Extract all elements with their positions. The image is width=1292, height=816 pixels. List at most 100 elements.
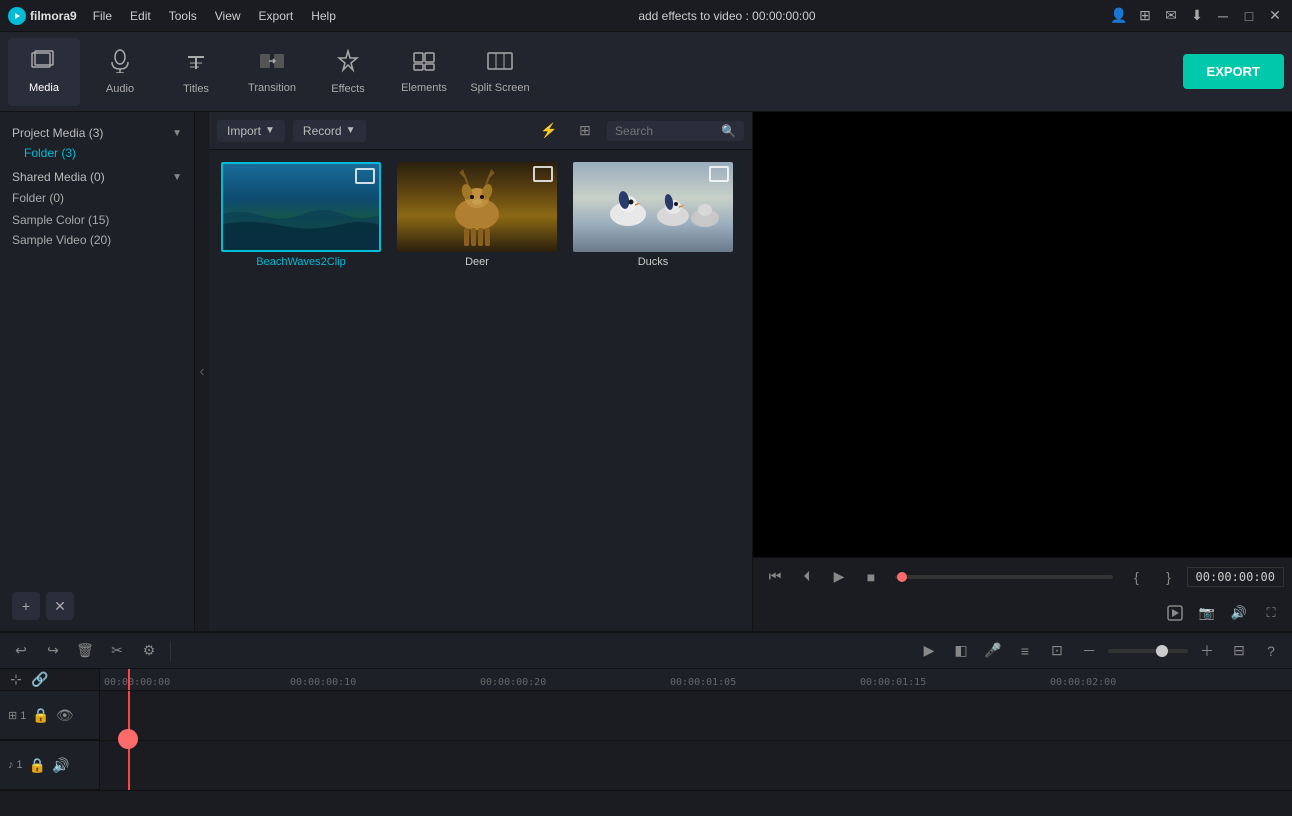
playhead-knob[interactable] (118, 729, 138, 749)
snapshot-button[interactable]: 📷 (1194, 600, 1220, 626)
video-track-content[interactable] (100, 691, 1292, 740)
title-bar: filmora9 File Edit Tools View Export Hel… (0, 0, 1292, 32)
toolbar-audio[interactable]: Audio (84, 38, 156, 106)
play-timeline-button[interactable]: ▶ (916, 638, 942, 664)
bracket-right-icon[interactable]: } (1155, 563, 1183, 591)
ruler-mark-3: 00:00:01:05 (670, 677, 736, 688)
app-logo-icon (8, 7, 26, 25)
preview-progress-bar[interactable] (895, 575, 1113, 579)
toolbar-media[interactable]: Media (8, 38, 80, 106)
shared-media-section: Shared Media (0) ▼ Folder (0) (0, 164, 194, 210)
zoom-slider-track[interactable] (1108, 649, 1188, 653)
layout-icon[interactable]: ⊞ (1136, 7, 1154, 25)
menu-file[interactable]: File (85, 5, 120, 27)
menu-edit[interactable]: Edit (122, 5, 159, 27)
shared-media-label: Shared Media (0) (12, 170, 105, 184)
toolbar-transition-label: Transition (248, 82, 296, 94)
render-button[interactable] (1162, 600, 1188, 626)
mic-button[interactable]: 🎤 (980, 638, 1006, 664)
toolbar-transition[interactable]: Transition (236, 38, 308, 106)
cut-button[interactable]: ✂ (104, 638, 130, 664)
toolbar-titles[interactable]: Titles (160, 38, 232, 106)
video-visibility-icon[interactable]: 👁 (56, 707, 74, 724)
filter-icon[interactable]: ⚡ (535, 117, 563, 145)
add-media-button[interactable]: + (12, 592, 40, 620)
redo-button[interactable]: ↪ (40, 638, 66, 664)
media-item-ducks[interactable]: Ducks (573, 162, 733, 268)
menu-tools[interactable]: Tools (161, 5, 205, 27)
shared-media-collapse-icon: ▼ (172, 172, 182, 183)
shared-media-header[interactable]: Shared Media (0) ▼ (0, 166, 194, 188)
audio-track-content[interactable] (100, 741, 1292, 790)
project-media-section: Project Media (3) ▼ Folder (3) (0, 120, 194, 164)
ruler-mark-1: 00:00:00:10 (290, 677, 356, 688)
project-media-label: Project Media (3) (12, 126, 103, 140)
remove-media-button[interactable]: ✕ (46, 592, 74, 620)
fullscreen-button[interactable]: ⛶ (1258, 600, 1284, 626)
toolbar-effects[interactable]: Effects (312, 38, 384, 106)
toolbar-effects-label: Effects (331, 83, 364, 95)
skip-back-button[interactable]: ⏮ (761, 563, 789, 591)
mail-icon[interactable]: ✉ (1162, 7, 1180, 25)
menu-export[interactable]: Export (251, 5, 302, 27)
record-button[interactable]: Record ▼ (293, 120, 366, 142)
progress-indicator (897, 572, 907, 582)
search-icon: 🔍 (721, 124, 736, 138)
shared-folder[interactable]: Folder (0) (0, 188, 194, 208)
split-view-button[interactable]: ⊟ (1226, 638, 1252, 664)
zoom-out-button[interactable]: － (1076, 638, 1102, 664)
import-button[interactable]: Import ▼ (217, 120, 285, 142)
project-media-header[interactable]: Project Media (3) ▼ (0, 122, 194, 144)
ruler-mark-0: 00:00:00:00 (104, 677, 170, 688)
audio-track-label: ♪ 1 🔒 🔊 (0, 741, 100, 790)
play-button[interactable]: ▶ (825, 563, 853, 591)
toolbar-elements-label: Elements (401, 82, 447, 94)
preview-screen (753, 112, 1292, 557)
close-button[interactable]: ✕ (1266, 7, 1284, 25)
export-button[interactable]: EXPORT (1183, 54, 1284, 89)
user-icon[interactable]: 👤 (1110, 7, 1128, 25)
help-button[interactable]: ? (1258, 638, 1284, 664)
zoom-in-button[interactable]: ＋ (1194, 638, 1220, 664)
clip-icon-overlay-deer (533, 166, 553, 182)
undo-button[interactable]: ↩ (8, 638, 34, 664)
media-grid: BeachWaves2Clip (209, 150, 752, 631)
audio-lock-icon[interactable]: 🔒 (29, 757, 46, 774)
insert-button[interactable]: ⊡ (1044, 638, 1070, 664)
video-lock-icon[interactable]: 🔒 (32, 707, 49, 724)
titles-icon (184, 49, 208, 79)
bracket-left-icon[interactable]: { (1123, 563, 1151, 591)
download-icon[interactable]: ⬇ (1188, 7, 1206, 25)
menu-help[interactable]: Help (303, 5, 344, 27)
frame-back-button[interactable]: ⏴ (793, 563, 821, 591)
delete-button[interactable]: 🗑 (72, 638, 98, 664)
media-thumb-deer (397, 162, 557, 252)
media-item-deer[interactable]: Deer (397, 162, 557, 268)
mark-in-button[interactable]: ◧ (948, 638, 974, 664)
sample-video[interactable]: Sample Video (20) (0, 230, 194, 250)
effects-icon (336, 49, 360, 79)
audio-volume-icon[interactable]: 🔊 (52, 757, 69, 774)
project-folder[interactable]: Folder (3) (0, 144, 194, 162)
timeline-content: ⊹ 🔗 00:00:00:00 00:00:00:10 00:00:00:20 … (0, 669, 1292, 816)
settings-timeline-button[interactable]: ≡ (1012, 638, 1038, 664)
menu-view[interactable]: View (207, 5, 249, 27)
toolbar-elements[interactable]: Elements (388, 38, 460, 106)
audio-track-number: ♪ 1 (8, 759, 23, 771)
stop-button[interactable]: ■ (857, 563, 885, 591)
maximize-button[interactable]: □ (1240, 7, 1258, 25)
adjust-button[interactable]: ⚙ (136, 638, 162, 664)
snap-button[interactable]: ⊹ (6, 670, 26, 690)
window-title: add effects to video : 00:00:00:00 (638, 9, 815, 23)
volume-button[interactable]: 🔊 (1226, 600, 1252, 626)
timeline-separator (170, 641, 171, 661)
media-area: Import ▼ Record ▼ ⚡ ⊞ 🔍 (209, 112, 752, 631)
toolbar-split-screen[interactable]: Split Screen (464, 38, 536, 106)
grid-view-icon[interactable]: ⊞ (571, 117, 599, 145)
sample-color[interactable]: Sample Color (15) (0, 210, 194, 230)
minimize-button[interactable]: ─ (1214, 7, 1232, 25)
search-input[interactable] (615, 124, 715, 138)
link-button[interactable]: 🔗 (30, 670, 50, 690)
sidebar-collapse-handle[interactable]: ‹ (195, 112, 209, 631)
media-item-beachwaves[interactable]: BeachWaves2Clip (221, 162, 381, 268)
